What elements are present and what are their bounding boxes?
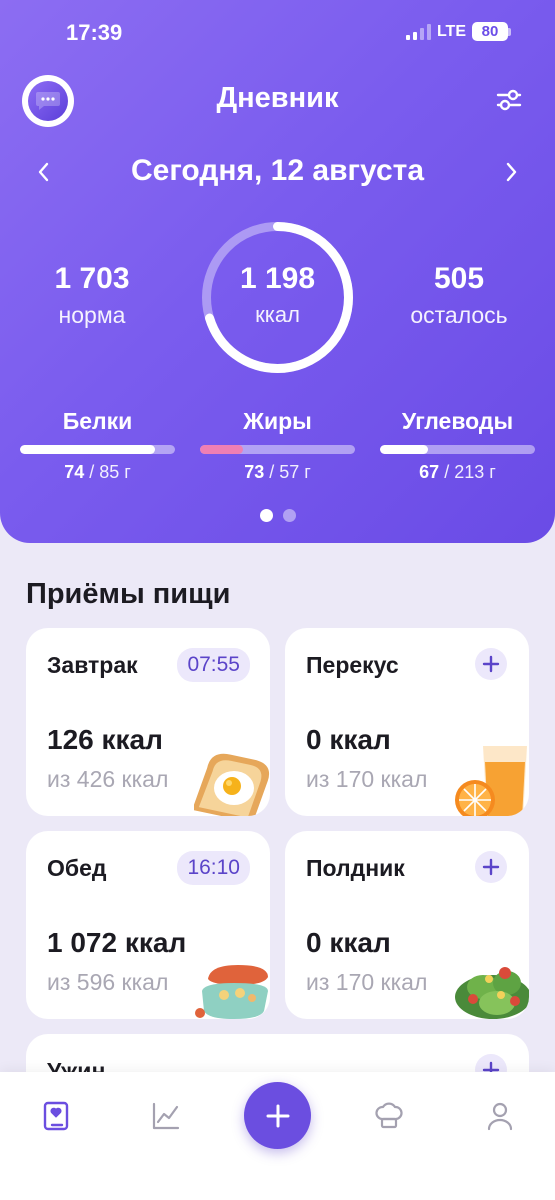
meal-kcal-target: из 170 ккал (306, 766, 428, 792)
meal-card-afternoon-snack[interactable]: Полдник 0 ккал из 170 ккал (285, 831, 529, 1019)
status-time: 17:39 (66, 20, 123, 45)
macro-name: Белки (62, 408, 133, 434)
macro-bar-fill (200, 445, 244, 454)
signal-icon (405, 23, 431, 40)
consumed-label: ккал (255, 302, 300, 327)
meal-time-badge: 07:55 (177, 648, 250, 682)
consumed-calories: 1 198 ккал (199, 262, 356, 328)
salad-icon (455, 967, 529, 1019)
remaining-value: 505 (433, 262, 485, 295)
status-icons: LTE 80 (405, 22, 511, 41)
calorie-norm: 1 703 норма (12, 262, 172, 329)
macro-name: Жиры (243, 408, 312, 434)
meal-time-badge: 16:10 (177, 851, 250, 885)
meal-kcal-target: из 426 ккал (47, 766, 169, 792)
meal-kcal: 1 072 ккал (47, 927, 187, 958)
meal-card-lunch[interactable]: Обед 16:10 1 072 ккал из 596 ккал (26, 831, 270, 1019)
macro-values: 74 / 85 г (64, 462, 131, 482)
macro-name: Углеводы (401, 408, 514, 434)
profile-icon[interactable] (484, 1100, 516, 1132)
date-switcher: Сегодня, 12 августа (0, 150, 555, 194)
meal-kcal: 0 ккал (306, 724, 391, 755)
meal-name: Обед (47, 855, 107, 881)
settings-sliders-icon[interactable] (495, 86, 523, 114)
add-meal-plus-icon[interactable] (475, 648, 507, 680)
remaining-label: осталось (410, 302, 508, 328)
norm-label: норма (58, 302, 126, 328)
add-food-button[interactable] (244, 1082, 311, 1149)
battery-level: 80 (472, 22, 508, 41)
meal-kcal-target: из 170 ккал (306, 969, 428, 995)
macro-protein: Белки 74 / 85 г (20, 408, 175, 483)
macro-bar-fill (20, 445, 155, 454)
page-dot-active[interactable] (259, 509, 273, 522)
bottom-tab-bar (0, 1072, 555, 1200)
meal-name: Полдник (306, 855, 405, 881)
page-title: Дневник (216, 82, 339, 114)
network-label: LTE (436, 22, 466, 40)
battery-icon: 80 (472, 22, 511, 41)
add-icon (266, 1104, 289, 1127)
toast-egg-icon (194, 753, 270, 816)
recipes-icon[interactable] (373, 1100, 405, 1132)
consumed-value: 1 198 (239, 262, 316, 295)
diary-icon[interactable] (40, 1100, 72, 1132)
meals-section-title: Приёмы пищи (26, 578, 231, 610)
add-meal-plus-icon[interactable] (475, 851, 507, 883)
meal-kcal-target: из 596 ккал (47, 969, 169, 995)
meal-kcal: 126 ккал (47, 724, 163, 755)
page-indicator[interactable] (0, 509, 555, 522)
page-dot[interactable] (282, 509, 296, 522)
header-panel: 17:39 LTE 80 Дневник Сегодня, 12 августа (0, 0, 555, 543)
meal-card-breakfast[interactable]: Завтрак 07:55 126 ккал из 426 ккал (26, 628, 270, 816)
meal-kcal: 0 ккал (306, 927, 391, 958)
lunchbox-icon (195, 965, 268, 1019)
meal-name: Перекус (306, 652, 399, 678)
juice-icon (455, 746, 527, 816)
macro-bar (20, 445, 175, 454)
macro-bar (200, 445, 355, 454)
macro-values: 73 / 57 г (244, 462, 311, 482)
calories-remaining: 505 осталось (379, 262, 539, 329)
meal-card-snack[interactable]: Перекус 0 ккал из 170 ккал (285, 628, 529, 816)
macro-bar-fill (380, 445, 429, 454)
macro-values: 67 / 213 г (419, 462, 496, 482)
norm-value: 1 703 (54, 262, 130, 295)
macro-carbs: Углеводы 67 / 213 г (380, 408, 535, 483)
chevron-right-icon[interactable] (499, 160, 523, 184)
stats-icon[interactable] (150, 1100, 182, 1132)
current-date[interactable]: Сегодня, 12 августа (0, 154, 555, 188)
macro-bar (380, 445, 535, 454)
macro-fat: Жиры 73 / 57 г (200, 408, 355, 483)
meal-name: Завтрак (47, 652, 138, 678)
